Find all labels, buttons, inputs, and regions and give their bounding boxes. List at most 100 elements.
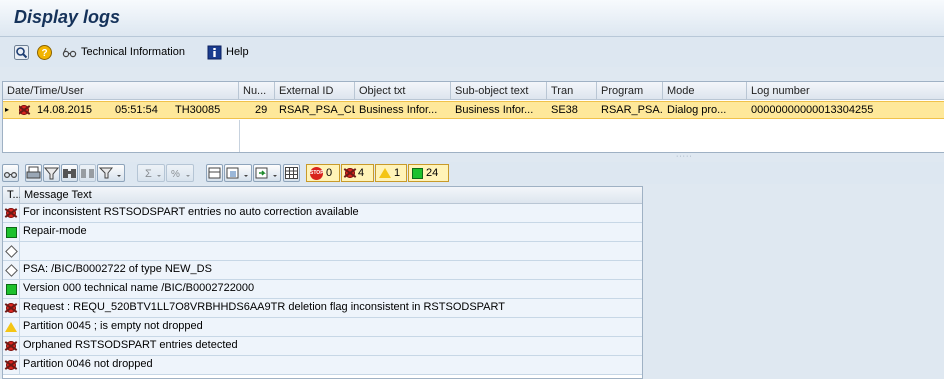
- help-label: Help: [226, 46, 249, 58]
- message-text: Orphaned RSTSODSPART entries detected: [23, 339, 238, 351]
- error-count-filter[interactable]: 4: [341, 164, 374, 182]
- export-icon: [255, 167, 277, 179]
- message-type-cell: [3, 318, 20, 336]
- col-header-external-id[interactable]: External ID: [275, 82, 355, 100]
- message-text: PSA: /BIC/B0002722 of type NEW_DS: [23, 263, 212, 275]
- message-row[interactable]: [3, 242, 642, 261]
- message-row[interactable]: Partition 0045 ; is empty not dropped: [3, 318, 642, 337]
- col-header-log-number[interactable]: Log number: [747, 82, 944, 100]
- layout-icon: [226, 167, 248, 179]
- refresh-button[interactable]: [14, 43, 29, 61]
- success-count-filter[interactable]: 24: [408, 164, 449, 182]
- log-program: RSAR_PSA...: [601, 104, 663, 116]
- stop-count-filter[interactable]: STOP 0: [306, 164, 340, 182]
- message-row[interactable]: Repair-mode: [3, 223, 642, 242]
- info-status-icon: [4, 263, 18, 277]
- log-object-txt: Business Infor...: [359, 104, 438, 116]
- sum-icon: Σ: [145, 168, 161, 180]
- message-type-cell: [3, 204, 20, 222]
- message-row[interactable]: For inconsistent RSTSODSPART entries no …: [3, 204, 642, 223]
- message-type-cell: [3, 356, 20, 374]
- log-date: 14.08.2015: [37, 104, 93, 116]
- log-row[interactable]: ▸ 14.08.2015 05:51:54 TH30085 29 RSAR_PS…: [3, 101, 944, 119]
- col-header-subobject-text[interactable]: Sub-object text: [451, 82, 547, 100]
- total-button[interactable]: Σ: [137, 164, 165, 182]
- message-type-cell: [3, 280, 20, 298]
- col-header-number[interactable]: Nu...: [239, 82, 275, 100]
- col-header-tran[interactable]: Tran: [547, 82, 597, 100]
- col-header-mode[interactable]: Mode: [663, 82, 747, 100]
- warning-status-icon: [5, 322, 17, 332]
- technical-information-label: Technical Information: [81, 46, 185, 58]
- grid-view-button[interactable]: [283, 164, 300, 182]
- stop-count: 0: [326, 167, 333, 179]
- col-header-object-txt[interactable]: Object txt: [355, 82, 451, 100]
- col-header-type[interactable]: T...: [3, 187, 22, 204]
- column-divider: [239, 120, 240, 152]
- message-row[interactable]: Partition 0046 not dropped: [3, 356, 642, 375]
- error-icon: [345, 168, 355, 178]
- set-filter-button[interactable]: [97, 164, 125, 182]
- filter-button[interactable]: [43, 164, 60, 182]
- log-external-id: RSAR_PSA_CL...: [279, 104, 355, 116]
- message-row[interactable]: Version 000 technical name /BIC/B0002722…: [3, 280, 642, 299]
- message-text: Partition 0045 ; is empty not dropped: [23, 320, 203, 332]
- technical-information-button[interactable]: Technical Information: [62, 43, 185, 61]
- title-bar: Display logs: [0, 0, 944, 37]
- message-type-cell: [3, 299, 20, 317]
- info-book-icon: [207, 45, 222, 59]
- find-next-button[interactable]: [79, 164, 96, 182]
- page-title: Display logs: [14, 7, 121, 27]
- message-text: Repair-mode: [23, 225, 87, 237]
- col-header-program[interactable]: Program: [597, 82, 663, 100]
- message-row[interactable]: PSA: /BIC/B0002722 of type NEW_DS: [3, 261, 642, 280]
- log-tran: SE38: [551, 104, 578, 116]
- log-header-grid: Date/Time/User Nu... External ID Object …: [2, 81, 944, 153]
- col-header-date-time-user[interactable]: Date/Time/User: [3, 82, 239, 100]
- col-header-message-text[interactable]: Message Text: [20, 187, 642, 204]
- help-wizard-button[interactable]: ?: [37, 43, 52, 61]
- find-button[interactable]: [61, 164, 78, 182]
- error-status-icon: [6, 341, 16, 351]
- log-subobject-txt: Business Infor...: [455, 104, 534, 116]
- print-preview-button[interactable]: [206, 164, 223, 182]
- message-toolbar: Σ % STOP 0 4 1 24: [0, 162, 944, 184]
- message-text: Partition 0046 not dropped: [23, 358, 153, 370]
- success-status-icon: [5, 283, 17, 295]
- empty-area: [643, 186, 944, 379]
- export-button[interactable]: [253, 164, 281, 182]
- message-type-cell: [3, 337, 20, 355]
- details-button[interactable]: [2, 164, 19, 182]
- log-number-count: 29: [255, 104, 268, 116]
- subtotal-button[interactable]: %: [166, 164, 194, 182]
- application-toolbar: ? Technical Information Help: [0, 37, 944, 67]
- error-count: 4: [358, 167, 365, 179]
- svg-text:?: ?: [41, 48, 47, 59]
- expand-arrow-icon[interactable]: ▸: [5, 102, 17, 118]
- error-status-icon: [6, 360, 16, 370]
- success-status-icon: [5, 226, 17, 238]
- help-button[interactable]: Help: [207, 43, 249, 61]
- message-type-cell: [3, 223, 20, 241]
- change-layout-button[interactable]: [224, 164, 252, 182]
- svg-text:%: %: [171, 169, 180, 180]
- print-button[interactable]: [25, 164, 42, 182]
- glasses-icon: [3, 171, 18, 179]
- warning-icon: [379, 168, 391, 178]
- glasses-icon: [62, 47, 77, 57]
- subtotal-icon: %: [171, 169, 190, 180]
- log-log-number: 00000000000013304255: [751, 104, 874, 116]
- message-type-cell: [3, 242, 20, 260]
- binoculars-icon: [63, 169, 76, 178]
- funnel-icon: [43, 167, 60, 180]
- stop-icon: STOP: [310, 166, 324, 180]
- log-mode: Dialog pro...: [667, 104, 727, 116]
- splitter-handle[interactable]: ·····: [676, 153, 693, 160]
- magnifier-refresh-icon: [14, 44, 29, 60]
- message-type-cell: [3, 261, 20, 279]
- message-text: Request : REQU_520BTV1LL7O8VRBHHDS6AA9TR…: [23, 301, 505, 313]
- warning-count-filter[interactable]: 1: [375, 164, 407, 182]
- message-row[interactable]: Orphaned RSTSODSPART entries detected: [3, 337, 642, 356]
- message-row[interactable]: Request : REQU_520BTV1LL7O8VRBHHDS6AA9TR…: [3, 299, 642, 318]
- printer-icon: [26, 166, 41, 179]
